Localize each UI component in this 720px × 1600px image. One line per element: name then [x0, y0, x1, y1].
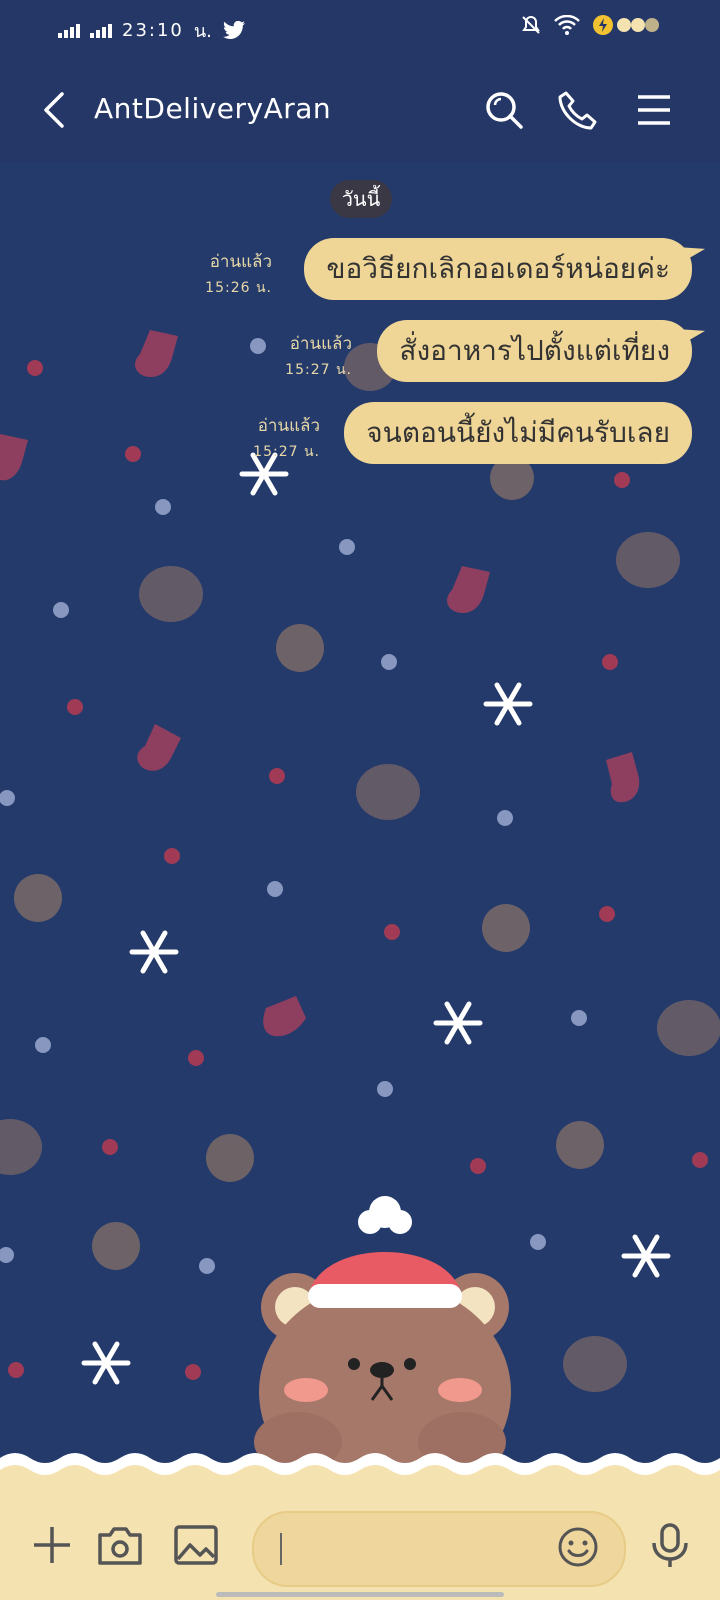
back-arrow-icon[interactable] [38, 88, 74, 132]
status-time: 23:10 [122, 20, 184, 41]
composer-wave-edge [0, 1453, 720, 1500]
date-separator: วันนี้ [330, 180, 392, 218]
message-text[interactable]: จนตอนนี้ยังไม่มีคนรับเลย [344, 402, 692, 464]
status-bar: 23:10 น. [0, 0, 720, 58]
message-bubble[interactable]: ขอวิธียกเลิกออเดอร์หน่อยค่ะ [304, 238, 692, 300]
chat-header: AntDeliveryAran [0, 58, 720, 162]
message-time: 15:26 น. [205, 280, 272, 296]
message-text[interactable]: ขอวิธียกเลิกออเดอร์หน่อยค่ะ [304, 238, 692, 300]
text-caret [280, 1533, 282, 1565]
read-receipt: อ่านแล้ว [289, 334, 352, 354]
menu-icon[interactable] [632, 88, 676, 132]
message-meta: อ่านแล้ว 15:27 น. [285, 330, 352, 381]
mute-bell-icon [522, 15, 540, 34]
phone-icon[interactable] [556, 88, 600, 132]
chat-area[interactable]: วันนี้ อ่านแล้ว 15:26 น. ขอวิธียกเลิกออเ… [0, 162, 720, 1497]
read-receipt: อ่านแล้ว [257, 416, 320, 436]
chat-title[interactable]: AntDeliveryAran [94, 92, 331, 125]
message-meta: อ่านแล้ว 15:26 น. [205, 248, 272, 299]
wifi-icon [554, 15, 580, 35]
message-time: 15:27 น. [253, 444, 320, 460]
message-input[interactable] [252, 1511, 626, 1587]
message-bubble[interactable]: สั่งอาหารไปตั้งแต่เที่ยง [377, 320, 692, 382]
plus-icon[interactable] [28, 1521, 76, 1569]
message-time: 15:27 น. [285, 362, 352, 378]
status-time-suffix: น. [193, 21, 212, 42]
twitter-icon [222, 20, 245, 39]
status-right [520, 14, 662, 36]
emoji-icon[interactable] [556, 1525, 600, 1569]
search-icon[interactable] [482, 88, 526, 132]
status-left: 23:10 น. [58, 16, 246, 45]
camera-icon[interactable] [96, 1521, 144, 1569]
home-indicator[interactable] [216, 1592, 504, 1597]
message-bubble[interactable]: จนตอนนี้ยังไม่มีคนรับเลย [344, 402, 692, 464]
message-text[interactable]: สั่งอาหารไปตั้งแต่เที่ยง [377, 320, 692, 382]
message-meta: อ่านแล้ว 15:27 น. [253, 412, 320, 463]
microphone-icon[interactable] [646, 1521, 694, 1569]
battery-charging-icon [593, 15, 659, 35]
signal-icon [58, 23, 80, 38]
signal-icon [90, 23, 112, 38]
image-icon[interactable] [172, 1521, 220, 1569]
read-receipt: อ่านแล้ว [209, 252, 272, 272]
message-composer [0, 1497, 720, 1600]
